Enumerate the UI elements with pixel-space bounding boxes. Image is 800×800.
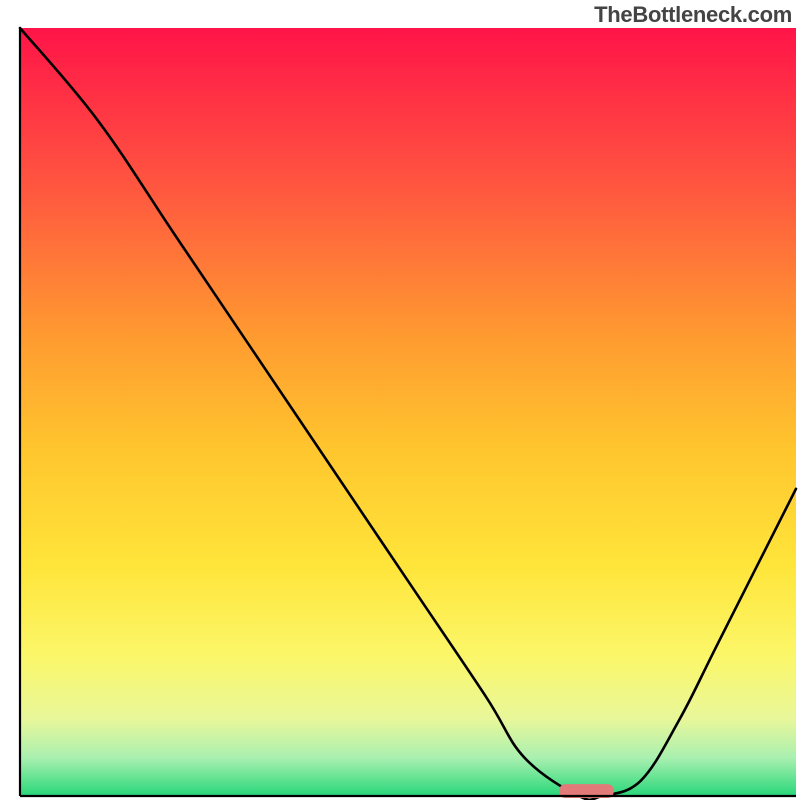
bottleneck-chart [0, 0, 800, 800]
plot-background [20, 28, 796, 796]
chart-container: TheBottleneck.com [0, 0, 800, 800]
watermark-label: TheBottleneck.com [594, 2, 792, 28]
